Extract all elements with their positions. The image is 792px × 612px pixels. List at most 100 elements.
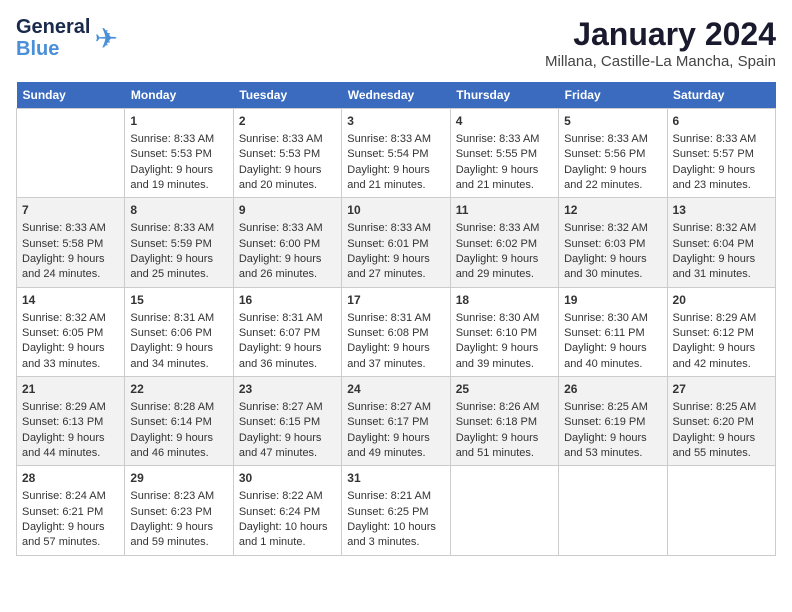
weekday-header: Wednesday xyxy=(342,82,450,109)
day-number: 17 xyxy=(347,292,444,309)
day-number: 11 xyxy=(456,202,553,219)
day-info: Sunrise: 8:32 AMSunset: 6:05 PMDaylight:… xyxy=(22,312,106,370)
day-info: Sunrise: 8:33 AMSunset: 5:53 PMDaylight:… xyxy=(239,133,323,191)
calendar-cell: 28Sunrise: 8:24 AMSunset: 6:21 PMDayligh… xyxy=(17,466,125,555)
day-info: Sunrise: 8:31 AMSunset: 6:08 PMDaylight:… xyxy=(347,312,431,370)
calendar-cell: 16 Sunrise: 8:31 AMSunset: 6:07 PMDayligh… xyxy=(233,287,341,376)
logo: General Blue ✈ xyxy=(16,16,118,60)
logo-bird-icon: ✈ xyxy=(94,22,117,55)
day-number: 19 xyxy=(564,292,661,309)
calendar-cell: 2 Sunrise: 8:33 AMSunset: 5:53 PMDaylight… xyxy=(233,109,341,198)
day-info: Sunrise: 8:33 AMSunset: 5:59 PMDaylight:… xyxy=(130,222,214,280)
day-number: 21 xyxy=(22,381,119,398)
calendar-cell xyxy=(450,466,558,555)
day-info: Sunrise: 8:30 AMSunset: 6:11 PMDaylight:… xyxy=(564,312,648,370)
calendar-week-row: 28Sunrise: 8:24 AMSunset: 6:21 PMDayligh… xyxy=(17,466,776,555)
day-info: Sunrise: 8:31 AMSunset: 6:07 PMDaylight:… xyxy=(239,312,323,370)
day-number: 15 xyxy=(130,292,227,309)
day-info: Sunrise: 8:33 AMSunset: 5:53 PMDaylight:… xyxy=(130,133,214,191)
weekday-header: Thursday xyxy=(450,82,558,109)
logo-text-general: General xyxy=(16,16,90,38)
day-number: 25 xyxy=(456,381,553,398)
day-number: 9 xyxy=(239,202,336,219)
calendar-week-row: 21 Sunrise: 8:29 AMSunset: 6:13 PMDayligh… xyxy=(17,377,776,466)
calendar-week-row: 7Sunrise: 8:33 AMSunset: 5:58 PMDaylight… xyxy=(17,198,776,287)
day-number: 29 xyxy=(130,470,227,487)
day-info: Sunrise: 8:29 AMSunset: 6:13 PMDaylight:… xyxy=(22,401,106,459)
day-number: 14 xyxy=(22,292,119,309)
day-number: 10 xyxy=(347,202,444,219)
day-info: Sunrise: 8:26 AMSunset: 6:18 PMDaylight:… xyxy=(456,401,540,459)
calendar-cell: 9Sunrise: 8:33 AMSunset: 6:00 PMDaylight… xyxy=(233,198,341,287)
day-info: Sunrise: 8:33 AMSunset: 5:56 PMDaylight:… xyxy=(564,133,648,191)
calendar-cell: 19 Sunrise: 8:30 AMSunset: 6:11 PMDayligh… xyxy=(559,287,667,376)
page-subtitle: Millana, Castille-La Mancha, Spain xyxy=(545,53,776,70)
logo-text-blue: Blue xyxy=(16,38,90,60)
page-header: General Blue ✈ January 2024 Millana, Cas… xyxy=(16,16,776,70)
day-number: 6 xyxy=(673,113,770,130)
day-info: Sunrise: 8:33 AMSunset: 6:01 PMDaylight:… xyxy=(347,222,431,280)
calendar-cell: 15 Sunrise: 8:31 AMSunset: 6:06 PMDayligh… xyxy=(125,287,233,376)
day-info: Sunrise: 8:32 AMSunset: 6:03 PMDaylight:… xyxy=(564,222,648,280)
day-info: Sunrise: 8:23 AMSunset: 6:23 PMDaylight:… xyxy=(130,490,214,548)
calendar-cell: 14 Sunrise: 8:32 AMSunset: 6:05 PMDayligh… xyxy=(17,287,125,376)
day-number: 5 xyxy=(564,113,661,130)
day-number: 2 xyxy=(239,113,336,130)
calendar-cell: 25 Sunrise: 8:26 AMSunset: 6:18 PMDayligh… xyxy=(450,377,558,466)
calendar-cell: 13 Sunrise: 8:32 AMSunset: 6:04 PMDayligh… xyxy=(667,198,775,287)
calendar-cell: 31 Sunrise: 8:21 AMSunset: 6:25 PMDayligh… xyxy=(342,466,450,555)
day-number: 3 xyxy=(347,113,444,130)
day-number: 18 xyxy=(456,292,553,309)
day-number: 16 xyxy=(239,292,336,309)
day-number: 20 xyxy=(673,292,770,309)
day-info: Sunrise: 8:25 AMSunset: 6:20 PMDaylight:… xyxy=(673,401,757,459)
day-number: 31 xyxy=(347,470,444,487)
page-title: January 2024 xyxy=(545,16,776,53)
day-number: 26 xyxy=(564,381,661,398)
weekday-header: Friday xyxy=(559,82,667,109)
day-info: Sunrise: 8:27 AMSunset: 6:17 PMDaylight:… xyxy=(347,401,431,459)
calendar-cell xyxy=(667,466,775,555)
day-number: 1 xyxy=(130,113,227,130)
weekday-header: Tuesday xyxy=(233,82,341,109)
day-info: Sunrise: 8:33 AMSunset: 5:55 PMDaylight:… xyxy=(456,133,540,191)
day-info: Sunrise: 8:31 AMSunset: 6:06 PMDaylight:… xyxy=(130,312,214,370)
calendar-cell: 21 Sunrise: 8:29 AMSunset: 6:13 PMDayligh… xyxy=(17,377,125,466)
calendar-cell: 29 Sunrise: 8:23 AMSunset: 6:23 PMDayligh… xyxy=(125,466,233,555)
weekday-header: Monday xyxy=(125,82,233,109)
calendar-cell: 22Sunrise: 8:28 AMSunset: 6:14 PMDayligh… xyxy=(125,377,233,466)
day-info: Sunrise: 8:33 AMSunset: 5:57 PMDaylight:… xyxy=(673,133,757,191)
calendar-cell xyxy=(559,466,667,555)
calendar-cell: 1 Sunrise: 8:33 AMSunset: 5:53 PMDaylight… xyxy=(125,109,233,198)
day-number: 28 xyxy=(22,470,119,487)
weekday-header: Saturday xyxy=(667,82,775,109)
calendar-cell: 20Sunrise: 8:29 AMSunset: 6:12 PMDayligh… xyxy=(667,287,775,376)
title-block: January 2024 Millana, Castille-La Mancha… xyxy=(545,16,776,70)
weekday-header-row: SundayMondayTuesdayWednesdayThursdayFrid… xyxy=(17,82,776,109)
calendar-cell: 30Sunrise: 8:22 AMSunset: 6:24 PMDayligh… xyxy=(233,466,341,555)
day-number: 8 xyxy=(130,202,227,219)
day-info: Sunrise: 8:33 AMSunset: 5:54 PMDaylight:… xyxy=(347,133,431,191)
calendar-cell: 18 Sunrise: 8:30 AMSunset: 6:10 PMDayligh… xyxy=(450,287,558,376)
calendar-cell: 6 Sunrise: 8:33 AMSunset: 5:57 PMDaylight… xyxy=(667,109,775,198)
day-number: 13 xyxy=(673,202,770,219)
calendar-cell: 12Sunrise: 8:32 AMSunset: 6:03 PMDayligh… xyxy=(559,198,667,287)
day-number: 24 xyxy=(347,381,444,398)
calendar-cell xyxy=(17,109,125,198)
day-info: Sunrise: 8:32 AMSunset: 6:04 PMDaylight:… xyxy=(673,222,757,280)
day-info: Sunrise: 8:22 AMSunset: 6:24 PMDaylight:… xyxy=(239,490,328,548)
calendar-cell: 7Sunrise: 8:33 AMSunset: 5:58 PMDaylight… xyxy=(17,198,125,287)
calendar-cell: 5 Sunrise: 8:33 AMSunset: 5:56 PMDaylight… xyxy=(559,109,667,198)
calendar-cell: 26Sunrise: 8:25 AMSunset: 6:19 PMDayligh… xyxy=(559,377,667,466)
day-number: 27 xyxy=(673,381,770,398)
calendar-cell: 10 Sunrise: 8:33 AMSunset: 6:01 PMDayligh… xyxy=(342,198,450,287)
calendar-cell: 23Sunrise: 8:27 AMSunset: 6:15 PMDayligh… xyxy=(233,377,341,466)
calendar-cell: 8 Sunrise: 8:33 AMSunset: 5:59 PMDaylight… xyxy=(125,198,233,287)
calendar-cell: 27 Sunrise: 8:25 AMSunset: 6:20 PMDayligh… xyxy=(667,377,775,466)
calendar-cell: 4Sunrise: 8:33 AMSunset: 5:55 PMDaylight… xyxy=(450,109,558,198)
calendar-cell: 17 Sunrise: 8:31 AMSunset: 6:08 PMDayligh… xyxy=(342,287,450,376)
day-info: Sunrise: 8:21 AMSunset: 6:25 PMDaylight:… xyxy=(347,490,436,548)
day-info: Sunrise: 8:30 AMSunset: 6:10 PMDaylight:… xyxy=(456,312,540,370)
day-info: Sunrise: 8:33 AMSunset: 5:58 PMDaylight:… xyxy=(22,222,106,280)
day-info: Sunrise: 8:28 AMSunset: 6:14 PMDaylight:… xyxy=(130,401,214,459)
